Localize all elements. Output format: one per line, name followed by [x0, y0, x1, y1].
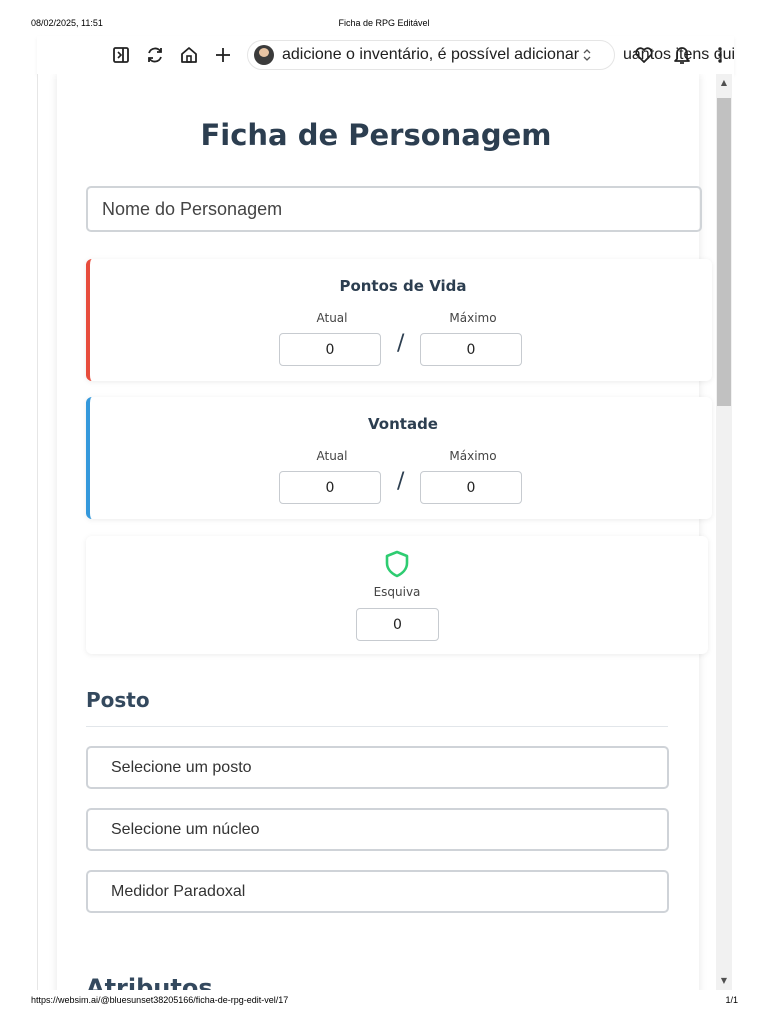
will-max-input[interactable]: 0 — [420, 471, 522, 504]
dodge-label: Esquiva — [373, 585, 421, 599]
page-viewport: Ficha de Personagem Nome do Personagem P… — [37, 74, 734, 990]
character-name-input[interactable]: Nome do Personagem — [86, 186, 702, 232]
dodge-card: Esquiva 0 — [86, 536, 708, 654]
core-select[interactable]: Selecione um núcleo — [86, 808, 669, 851]
refresh-icon[interactable] — [143, 43, 167, 67]
prompt-bar[interactable]: adicione o inventário, é possível adicio… — [247, 40, 615, 70]
section-divider — [86, 726, 668, 727]
print-header: 08/02/2025, 11:51 Ficha de RPG Editável — [0, 18, 768, 30]
rank-section-title: Posto — [86, 688, 150, 712]
hp-current-label: Atual — [316, 311, 348, 325]
will-current-label: Atual — [316, 449, 348, 463]
page-title: Ficha de Personagem — [200, 118, 552, 152]
scrollbar[interactable]: ▲ ▼ — [716, 74, 732, 990]
paradox-meter-select[interactable]: Medidor Paradoxal — [86, 870, 669, 913]
will-title: Vontade — [368, 415, 438, 433]
attributes-section-title: Atributos — [86, 974, 213, 990]
hp-slash: / — [397, 331, 405, 356]
hp-current-input[interactable]: 0 — [279, 333, 381, 366]
will-card: Vontade Atual Máximo 0 / 0 — [86, 397, 712, 519]
rank-select[interactable]: Selecione um posto — [86, 746, 669, 789]
more-vertical-icon[interactable] — [708, 43, 732, 67]
will-current-input[interactable]: 0 — [279, 471, 381, 504]
hp-title: Pontos de Vida — [339, 277, 467, 295]
prompt-text: adicione o inventário, é possível adicio… — [282, 46, 580, 63]
print-doc-title: Ficha de RPG Editável — [338, 18, 430, 28]
print-page-number: 1/1 — [725, 995, 738, 1005]
plus-icon[interactable] — [211, 43, 235, 67]
will-slash: / — [397, 469, 405, 494]
scroll-up-icon[interactable]: ▲ — [716, 76, 732, 90]
heart-icon[interactable] — [632, 43, 656, 67]
dodge-input[interactable]: 0 — [356, 608, 439, 641]
sidebar-toggle-icon[interactable] — [109, 43, 133, 67]
hp-max-label: Máximo — [449, 311, 497, 325]
hp-max-input[interactable]: 0 — [420, 333, 522, 366]
home-icon[interactable] — [177, 43, 201, 67]
stepper-icon[interactable] — [583, 48, 591, 62]
shield-icon — [385, 550, 409, 578]
will-max-label: Máximo — [449, 449, 497, 463]
browser-toolbar: adicione o inventário, é possível adicio… — [37, 36, 734, 74]
print-footer: https://websim.ai/@bluesunset38205166/fi… — [0, 995, 768, 1007]
scroll-thumb[interactable] — [717, 98, 731, 406]
print-url: https://websim.ai/@bluesunset38205166/fi… — [31, 995, 289, 1005]
avatar — [254, 45, 274, 65]
hp-card: Pontos de Vida Atual Máximo 0 / 0 — [86, 259, 712, 381]
bell-icon[interactable] — [670, 43, 694, 67]
scroll-down-icon[interactable]: ▼ — [716, 974, 732, 988]
